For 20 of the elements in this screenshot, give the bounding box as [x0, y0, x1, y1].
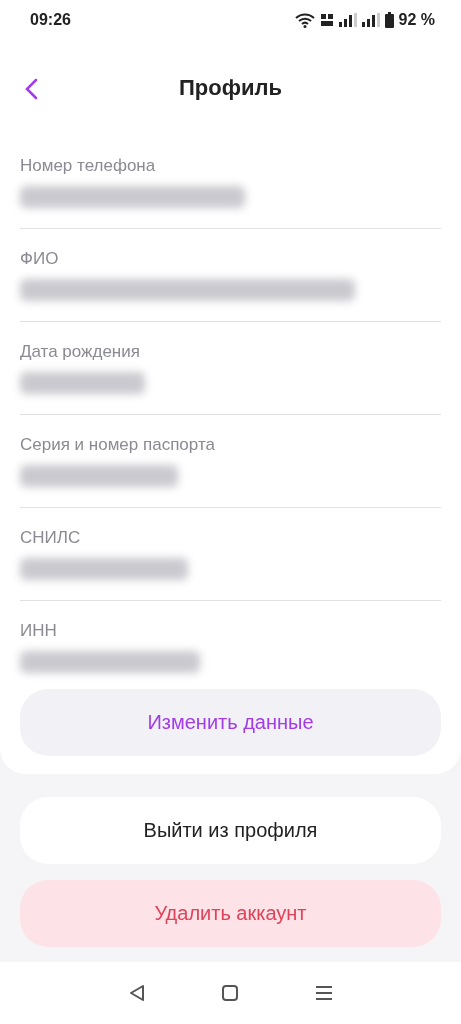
- field-label: ФИО: [20, 249, 60, 269]
- delete-account-button[interactable]: Удалить аккаунт: [20, 880, 441, 947]
- wifi-icon: [294, 12, 315, 28]
- field-label: ИНН: [20, 621, 58, 641]
- field-label: Дата рождения: [20, 342, 141, 362]
- field-label: СНИЛС: [20, 528, 82, 548]
- battery-icon: [384, 12, 394, 28]
- edit-data-button[interactable]: Изменить данные: [20, 689, 441, 756]
- field-label: Серия и номер паспорта: [20, 435, 216, 455]
- page-title: Профиль: [179, 75, 282, 101]
- menu-icon[interactable]: [315, 985, 334, 1001]
- back-icon[interactable]: [24, 78, 38, 100]
- signal-icon: [361, 13, 380, 27]
- logout-button[interactable]: Выйти из профиля: [20, 797, 441, 864]
- status-time: 09:26: [30, 11, 71, 29]
- field-label: Номер телефона: [20, 156, 157, 176]
- home-icon[interactable]: [221, 984, 240, 1002]
- battery-level: 92 %: [398, 11, 435, 29]
- signal-icon: [338, 13, 357, 27]
- back-icon[interactable]: [127, 984, 146, 1002]
